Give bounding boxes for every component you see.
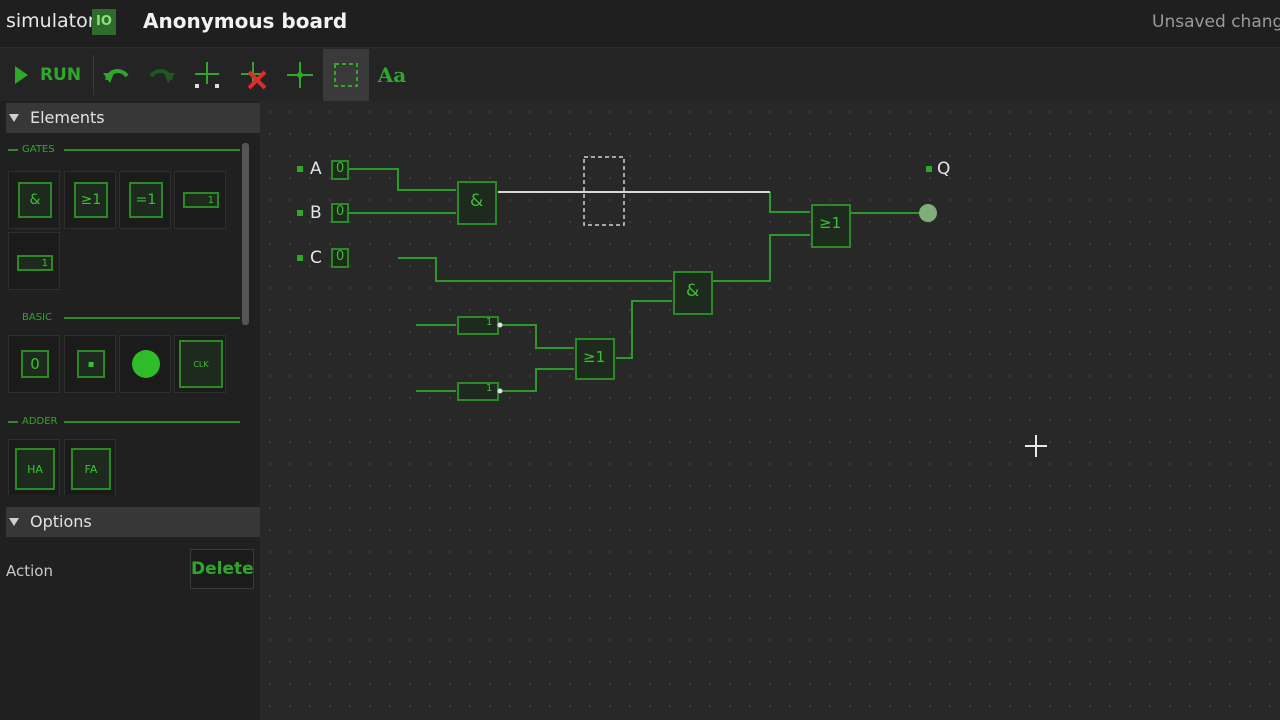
element-clock[interactable]: CLK bbox=[174, 335, 226, 393]
wire-and-top-to-or bbox=[769, 192, 810, 213]
select-icon bbox=[334, 63, 358, 87]
text-tool-button[interactable]: Aa bbox=[372, 49, 412, 101]
toolbar-divider bbox=[93, 55, 94, 95]
output-probe-glyph: ▪ bbox=[77, 350, 105, 378]
app-brand-badge: IO bbox=[92, 9, 116, 35]
category-gates: GATES bbox=[22, 144, 55, 155]
clock-glyph: CLK bbox=[179, 340, 223, 388]
delete-wire-button[interactable] bbox=[234, 49, 274, 101]
select-tool-button[interactable] bbox=[323, 49, 369, 101]
category-adder: ADDER bbox=[22, 416, 58, 427]
wire-and-mid-to-or bbox=[712, 234, 810, 282]
category-line bbox=[8, 421, 18, 423]
element-input-switch[interactable]: 0 bbox=[8, 335, 60, 393]
and-gate-top-label: & bbox=[470, 191, 484, 211]
elements-scrollbar[interactable] bbox=[242, 143, 249, 325]
not-gate-1-label: 1 bbox=[486, 317, 493, 328]
input-value-a: 0 bbox=[336, 161, 345, 176]
save-status: Unsaved changes bbox=[1152, 12, 1280, 32]
undo-button[interactable] bbox=[96, 49, 136, 101]
redo-icon bbox=[149, 69, 175, 83]
wire-a bbox=[348, 168, 456, 191]
toolbar: RUN Aa bbox=[0, 49, 1280, 101]
run-label: RUN bbox=[39, 65, 82, 85]
element-not-gate[interactable]: 1 bbox=[8, 232, 60, 290]
output-pin-q[interactable] bbox=[926, 166, 932, 172]
play-icon bbox=[14, 66, 28, 84]
add-junction-button[interactable] bbox=[280, 49, 320, 101]
not-bubble-2 bbox=[497, 388, 503, 394]
input-pin-b[interactable] bbox=[297, 210, 303, 216]
add-wire-button[interactable] bbox=[188, 49, 228, 101]
input-value-c: 0 bbox=[336, 249, 345, 264]
or-gate-glyph: ≥1 bbox=[74, 182, 108, 218]
element-full-adder[interactable]: FA bbox=[64, 439, 116, 495]
input-label-b: B bbox=[310, 203, 322, 223]
not-gate-glyph: 1 bbox=[17, 255, 53, 271]
elements-palette: GATES & ≥1 =1 1 1 BASIC 0 ▪ CLK ADDER HA… bbox=[6, 139, 254, 495]
redo-button[interactable] bbox=[142, 49, 182, 101]
input-value-b: 0 bbox=[336, 204, 345, 219]
or-gate-output-label: ≥1 bbox=[819, 214, 842, 232]
and-gate-middle-label: & bbox=[686, 281, 700, 301]
app-brand: simulator bbox=[6, 10, 96, 32]
input-label-a: A bbox=[310, 159, 322, 179]
add-junction-icon bbox=[287, 62, 313, 88]
sidebar: Elements GATES & ≥1 =1 1 1 BASIC 0 ▪ CLK… bbox=[0, 101, 260, 720]
element-buffer[interactable]: 1 bbox=[174, 171, 226, 229]
full-adder-glyph: FA bbox=[71, 448, 111, 490]
undo-icon bbox=[103, 69, 129, 83]
category-line bbox=[64, 421, 240, 423]
element-output-probe[interactable]: ▪ bbox=[64, 335, 116, 393]
or-gate-low-label: ≥1 bbox=[583, 348, 606, 366]
delete-button[interactable]: Delete bbox=[190, 549, 254, 589]
title-bar: simulator IO Anonymous board Unsaved cha… bbox=[0, 0, 1280, 48]
circuit-canvas[interactable]: A B C Q 0 0 0 & ≥1 & ≥1 1 1 bbox=[260, 101, 1280, 720]
output-label-q: Q bbox=[937, 159, 951, 179]
add-wire-icon bbox=[195, 62, 219, 88]
input-label-c: C bbox=[310, 248, 322, 268]
wire-or-low-to-and bbox=[616, 300, 672, 359]
category-line bbox=[64, 317, 240, 319]
input-pin-c[interactable] bbox=[297, 255, 303, 261]
options-panel-header[interactable]: Options bbox=[6, 507, 260, 537]
led-icon bbox=[132, 350, 160, 378]
category-basic: BASIC bbox=[22, 312, 52, 323]
half-adder-glyph: HA bbox=[15, 448, 55, 490]
action-label: Action bbox=[6, 562, 53, 580]
element-half-adder[interactable]: HA bbox=[8, 439, 60, 495]
element-or-gate[interactable]: ≥1 bbox=[64, 171, 116, 229]
options-header-label: Options bbox=[30, 512, 92, 531]
and-gate-glyph: & bbox=[18, 182, 52, 218]
element-led[interactable] bbox=[119, 335, 171, 393]
run-button[interactable]: RUN bbox=[6, 49, 90, 101]
element-xor-gate[interactable]: =1 bbox=[119, 171, 171, 229]
board-title[interactable]: Anonymous board bbox=[143, 9, 347, 33]
crosshair-cursor-icon bbox=[1025, 435, 1047, 457]
delete-wire-icon bbox=[241, 62, 267, 90]
elements-panel-header[interactable]: Elements bbox=[6, 103, 260, 133]
collapse-caret-icon bbox=[9, 518, 19, 526]
input-pin-a[interactable] bbox=[297, 166, 303, 172]
category-line bbox=[64, 149, 240, 151]
text-icon: Aa bbox=[377, 63, 407, 87]
buffer-glyph: 1 bbox=[183, 192, 219, 208]
wire-not2-out bbox=[502, 368, 574, 392]
category-line bbox=[8, 149, 18, 151]
collapse-caret-icon bbox=[9, 114, 19, 122]
wire-c bbox=[398, 257, 672, 282]
output-led[interactable] bbox=[919, 204, 937, 222]
input-switch-glyph: 0 bbox=[21, 350, 49, 378]
element-and-gate[interactable]: & bbox=[8, 171, 60, 229]
xor-gate-glyph: =1 bbox=[129, 182, 163, 218]
wire-not1-out bbox=[502, 324, 574, 349]
not-gate-2-label: 1 bbox=[486, 383, 493, 394]
not-bubble-1 bbox=[497, 322, 503, 328]
circuit-diagram[interactable] bbox=[260, 101, 1280, 720]
elements-header-label: Elements bbox=[30, 108, 105, 127]
